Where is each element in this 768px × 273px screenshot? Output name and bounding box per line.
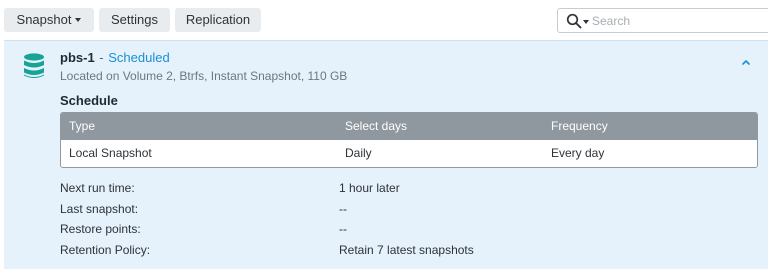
search-input[interactable] <box>592 12 762 29</box>
settings-button[interactable]: Settings <box>99 8 170 32</box>
database-icon <box>24 53 44 78</box>
toolbar: Snapshot Settings Replication <box>0 0 768 40</box>
snapshot-button-label: Snapshot <box>16 12 72 27</box>
retention-policy-value: Retain 7 latest snapshots <box>339 243 474 257</box>
restore-points-value: -- <box>339 222 347 236</box>
replication-button[interactable]: Replication <box>175 8 261 32</box>
next-run-time-value: 1 hour later <box>339 181 400 195</box>
cell-frequency: Every day <box>551 146 605 160</box>
status-label: Scheduled <box>108 50 170 65</box>
title-separator: - <box>99 50 104 65</box>
cell-type: Local Snapshot <box>69 146 152 160</box>
table-header: Type Select days Frequency <box>61 113 757 140</box>
search-options-chevron-icon[interactable] <box>583 20 589 24</box>
last-snapshot-value: -- <box>339 202 347 216</box>
restore-points-label: Restore points: <box>60 222 141 236</box>
last-snapshot-label: Last snapshot: <box>60 202 139 216</box>
column-header-select-days: Select days <box>345 119 408 133</box>
snapshot-title: pbs-1 - Scheduled <box>60 50 170 65</box>
column-header-type: Type <box>69 119 96 133</box>
chevron-down-icon <box>75 17 82 22</box>
snapshot-menu-button[interactable]: Snapshot <box>4 8 94 32</box>
search-box[interactable] <box>557 8 768 33</box>
next-run-time-label: Next run time: <box>60 181 135 195</box>
retention-policy-label: Retention Policy: <box>60 243 151 257</box>
snapshot-item-panel[interactable]: pbs-1 - Scheduled Located on Volume 2, B… <box>4 40 768 269</box>
schedule-heading: Schedule <box>60 93 118 108</box>
share-name: pbs-1 <box>60 50 95 65</box>
schedule-table: Type Select days Frequency Local Snapsho… <box>60 112 758 168</box>
table-row[interactable]: Local Snapshot Daily Every day <box>61 140 757 167</box>
search-icon[interactable] <box>566 13 582 29</box>
chevron-up-icon[interactable] <box>739 56 753 68</box>
location-subtitle: Located on Volume 2, Btrfs, Instant Snap… <box>60 69 348 83</box>
column-header-frequency: Frequency <box>551 119 608 133</box>
cell-select-days: Daily <box>345 146 372 160</box>
